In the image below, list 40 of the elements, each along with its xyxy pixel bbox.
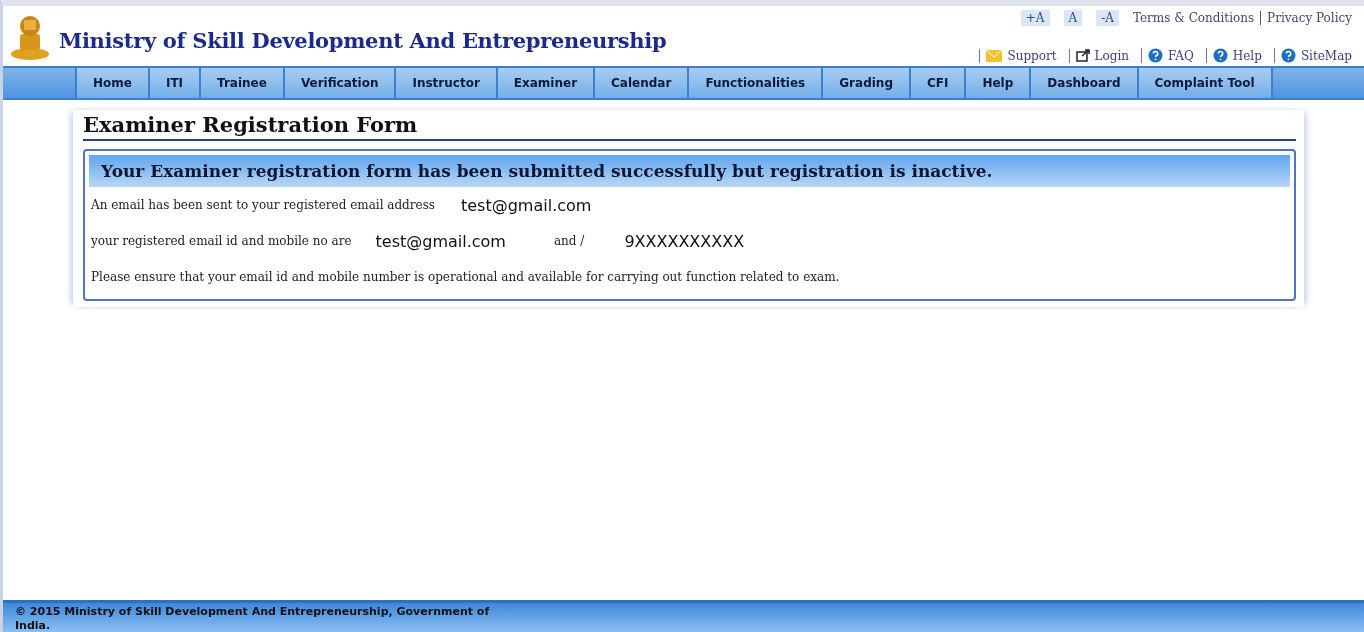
nav-item[interactable]: Grading — [821, 68, 909, 98]
help-icon — [1212, 48, 1228, 63]
help-icon — [1280, 48, 1296, 63]
nav-item[interactable]: Instructor — [394, 68, 496, 98]
help-icon — [1148, 48, 1163, 63]
new-window-icon — [1075, 49, 1090, 62]
contact-label: your registered email id and mobile no are — [91, 234, 352, 248]
nav-item[interactable]: CFI — [908, 68, 965, 98]
nav-item[interactable]: Functionalities — [687, 68, 822, 98]
site-title: Ministry of Skill Development And Entrepreneurship — [59, 27, 667, 53]
nav-item[interactable]: Home — [75, 68, 148, 98]
nav-item[interactable]: ITI — [147, 68, 200, 98]
policy-link[interactable]: Privacy Policy — [1260, 11, 1352, 25]
form-title: Examiner Registration Form — [83, 112, 1296, 141]
nav-item[interactable]: Calendar — [593, 68, 688, 98]
nav-item[interactable]: Complaint Tool — [1136, 68, 1273, 98]
header-link[interactable]: Help — [1205, 48, 1262, 63]
nav-item[interactable]: Dashboard — [1029, 68, 1137, 98]
joiner-text: and / — [553, 234, 585, 248]
email-value: test@gmail.com — [375, 231, 506, 251]
footer-text: © 2015 Ministry of Skill Development And Entrepreneurship, Government of — [15, 605, 491, 619]
mobile-value: 9XXXXXXXXXX — [624, 231, 745, 251]
status-banner: Your Examiner registration form has been submitted successfully but registration is inactive. — [89, 155, 1290, 187]
header-link[interactable]: Login — [1068, 48, 1129, 63]
font-size-button[interactable]: A — [1063, 10, 1083, 26]
footer-text: India. — [15, 619, 52, 632]
envelope-icon — [986, 49, 1003, 62]
nav-item[interactable]: Help — [964, 68, 1030, 98]
note-text: Please ensure that your email id and mobile number is operational and available for carrying out function related to exam. — [91, 270, 840, 284]
header-link[interactable]: FAQ — [1141, 48, 1194, 63]
policy-link[interactable]: Terms & Conditions — [1132, 11, 1255, 25]
nav-item[interactable]: Trainee — [199, 68, 283, 98]
nav-item[interactable]: Examiner — [495, 68, 594, 98]
email-sent-label: An email has been sent to your registered email address — [91, 198, 435, 212]
header-link[interactable]: Support — [979, 48, 1057, 63]
font-size-button[interactable]: +A — [1020, 10, 1050, 26]
header-link[interactable]: SiteMap — [1273, 48, 1352, 63]
email-value: test@gmail.com — [460, 195, 592, 215]
font-size-button[interactable]: -A — [1096, 10, 1119, 26]
nav-item[interactable]: Verification — [282, 68, 395, 98]
